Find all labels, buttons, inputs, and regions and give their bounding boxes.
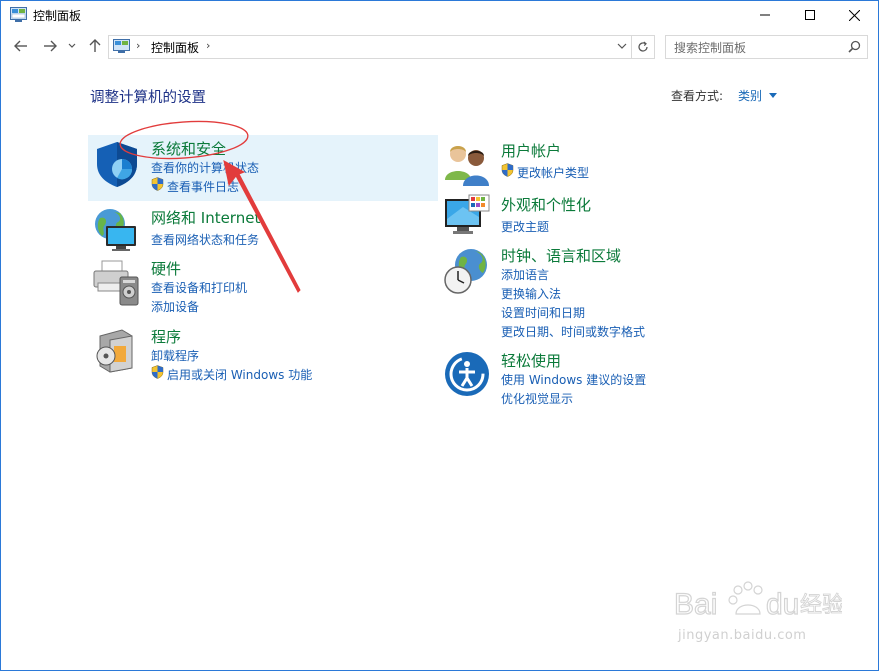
category-title[interactable]: 系统和安全 bbox=[151, 138, 226, 159]
category-link[interactable]: 使用 Windows 建议的设置 bbox=[501, 371, 646, 388]
svg-text:Bai: Bai bbox=[674, 588, 717, 621]
category-link[interactable]: 更改帐户类型 bbox=[517, 164, 589, 181]
control-panel-icon bbox=[10, 7, 27, 22]
category-link[interactable]: 更改主题 bbox=[501, 218, 549, 235]
minimize-button[interactable] bbox=[742, 1, 787, 29]
category-link[interactable]: 设置时间和日期 bbox=[501, 304, 585, 321]
forward-button[interactable] bbox=[40, 36, 60, 56]
category-link[interactable]: 查看设备和打印机 bbox=[151, 279, 247, 296]
monitor-palette-icon[interactable] bbox=[443, 193, 491, 241]
maximize-icon bbox=[804, 10, 815, 20]
category-title[interactable]: 外观和个性化 bbox=[501, 194, 591, 215]
category-link[interactable]: 启用或关闭 Windows 功能 bbox=[167, 366, 312, 383]
category-link[interactable]: 查看你的计算机状态 bbox=[151, 159, 259, 176]
view-by-dropdown[interactable]: 类别 bbox=[738, 87, 762, 104]
uac-shield-icon bbox=[151, 177, 164, 191]
breadcrumb-separator-icon[interactable]: › bbox=[206, 39, 210, 52]
category-link[interactable]: 更换输入法 bbox=[501, 285, 561, 302]
globe-network-icon[interactable] bbox=[92, 206, 140, 254]
arrow-up-icon bbox=[89, 39, 101, 52]
category-link[interactable]: 添加语言 bbox=[501, 266, 549, 283]
category-title[interactable]: 用户帐户 bbox=[501, 140, 561, 161]
category-link[interactable]: 更改日期、时间或数字格式 bbox=[501, 323, 645, 340]
svg-text:du: du bbox=[766, 588, 799, 621]
category-link[interactable]: 查看网络状态和任务 bbox=[151, 231, 259, 248]
programs-box-icon[interactable] bbox=[92, 326, 140, 374]
uac-shield-icon bbox=[151, 365, 164, 379]
refresh-button[interactable] bbox=[632, 35, 655, 59]
arrow-right-icon bbox=[44, 40, 57, 52]
navigation-bar: › 控制面板 › 搜索控制面板 bbox=[1, 30, 878, 62]
close-icon bbox=[849, 9, 860, 21]
search-input[interactable]: 搜索控制面板 bbox=[674, 39, 746, 56]
caret-down-icon[interactable] bbox=[769, 93, 777, 98]
watermark-url: jingyan.baidu.com bbox=[678, 628, 807, 643]
ease-of-access-icon[interactable] bbox=[443, 350, 491, 398]
address-bar[interactable]: › 控制面板 › bbox=[108, 35, 632, 59]
breadcrumb[interactable]: 控制面板 bbox=[151, 39, 199, 56]
breadcrumb-separator-icon[interactable]: › bbox=[136, 39, 140, 52]
category-title[interactable]: 轻松使用 bbox=[501, 350, 561, 371]
category-title[interactable]: 时钟、语言和区域 bbox=[501, 245, 621, 266]
category-title[interactable]: 程序 bbox=[151, 326, 181, 347]
globe-clock-icon[interactable] bbox=[443, 247, 491, 295]
maximize-button[interactable] bbox=[787, 1, 832, 29]
page-title: 调整计算机的设置 bbox=[90, 90, 206, 106]
baidu-watermark-logo: Bai du 经验 bbox=[673, 581, 842, 622]
control-panel-icon bbox=[113, 39, 130, 53]
arrow-left-icon bbox=[14, 40, 27, 52]
category-link[interactable]: 卸载程序 bbox=[151, 347, 199, 364]
printer-icon[interactable] bbox=[92, 259, 140, 307]
category-link[interactable]: 优化视觉显示 bbox=[501, 390, 573, 407]
uac-shield-icon bbox=[501, 163, 514, 177]
recent-locations-button[interactable] bbox=[65, 36, 79, 56]
window-title: 控制面板 bbox=[33, 9, 82, 23]
category-link[interactable]: 添加设备 bbox=[151, 298, 199, 315]
shield-icon[interactable] bbox=[93, 140, 141, 188]
back-button[interactable] bbox=[11, 36, 31, 56]
category-title[interactable]: 网络和 Internet bbox=[151, 207, 260, 228]
svg-text:经验: 经验 bbox=[800, 593, 842, 618]
close-button[interactable] bbox=[832, 1, 877, 29]
search-box[interactable]: 搜索控制面板 bbox=[665, 35, 868, 59]
chevron-down-icon bbox=[68, 43, 76, 48]
search-icon[interactable] bbox=[848, 40, 861, 53]
view-by-label: 查看方式: bbox=[671, 89, 724, 103]
title-bar: 控制面板 bbox=[1, 1, 878, 29]
category-link[interactable]: 查看事件日志 bbox=[167, 178, 239, 195]
chevron-down-icon[interactable] bbox=[617, 40, 627, 52]
minimize-icon bbox=[759, 14, 770, 16]
refresh-icon bbox=[638, 41, 648, 52]
up-button[interactable] bbox=[85, 36, 105, 56]
users-icon[interactable] bbox=[443, 140, 491, 188]
category-title[interactable]: 硬件 bbox=[151, 258, 181, 279]
